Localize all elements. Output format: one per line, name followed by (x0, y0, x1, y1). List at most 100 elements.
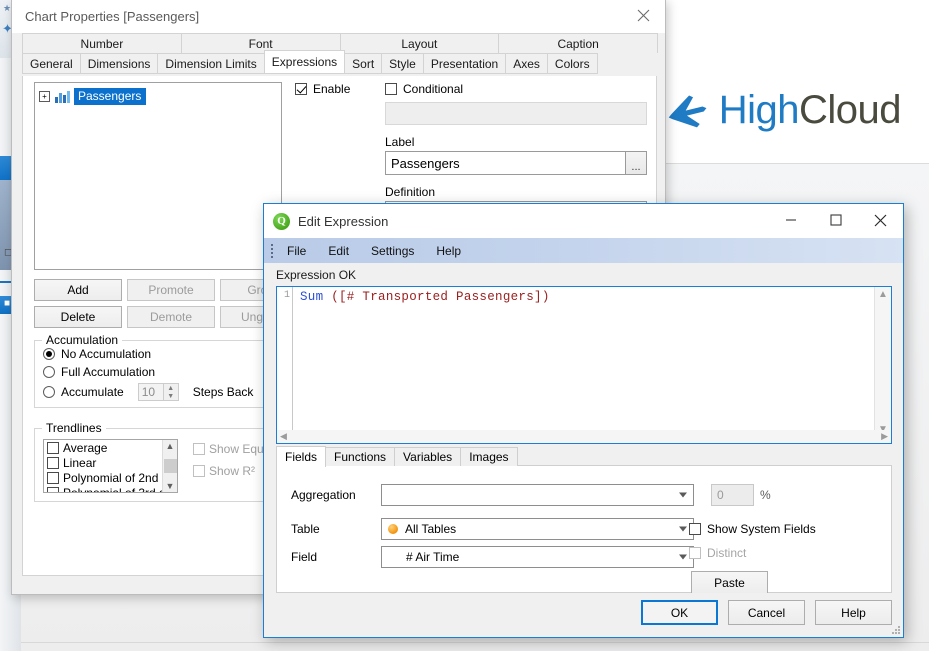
menu-help[interactable]: Help (425, 244, 472, 258)
tab-presentation[interactable]: Presentation (422, 53, 507, 74)
conditional-label: Conditional (403, 82, 464, 96)
aggregation-select[interactable] (381, 484, 694, 506)
expression-editor[interactable]: 1 Sum ([# Transported Passengers]) ▲ ▼ (276, 286, 892, 438)
chart-properties-title: Chart Properties [Passengers] (25, 9, 200, 24)
add-button[interactable]: Add (34, 279, 122, 301)
tab-dimension-limits[interactable]: Dimension Limits (157, 53, 265, 74)
tab-functions[interactable]: Functions (325, 447, 396, 466)
trendline-linear-checkbox[interactable] (47, 457, 59, 469)
tab-style[interactable]: Style (381, 53, 424, 74)
minimize-icon[interactable] (768, 204, 813, 236)
distinct-label: Distinct (707, 546, 747, 560)
trendline-item-poly3[interactable]: Polynomial of 3rd d (44, 485, 177, 492)
tab-sort[interactable]: Sort (344, 53, 383, 74)
label-browse-button[interactable]: ... (625, 151, 647, 175)
spin-down-icon[interactable]: ▼ (164, 392, 178, 400)
chart-properties-titlebar[interactable]: Chart Properties [Passengers] (12, 0, 665, 33)
conditional-input[interactable] (385, 102, 647, 125)
show-system-fields-checkbox[interactable] (689, 523, 701, 535)
radio-accumulate[interactable]: Accumulate 10 ▲ ▼ Steps Back (43, 383, 281, 401)
radio-no-accumulation[interactable]: No Accumulation (43, 347, 281, 361)
field-select[interactable]: # Air Time (381, 546, 694, 568)
radio-full-accumulation[interactable]: Full Accumulation (43, 365, 281, 379)
editor-vertical-scrollbar[interactable]: ▲ ▼ (874, 287, 891, 437)
cancel-button[interactable]: Cancel (728, 600, 805, 625)
edit-expression-titlebar[interactable]: Q Edit Expression (264, 204, 903, 238)
scrollbar-thumb[interactable] (163, 459, 177, 473)
editor-code[interactable]: Sum ([# Transported Passengers]) (293, 287, 874, 437)
paste-button[interactable]: Paste (691, 571, 768, 594)
help-button[interactable]: Help (815, 600, 892, 625)
menu-settings[interactable]: Settings (360, 244, 425, 258)
fields-panel: Aggregation 0 % Table All Tables Field #… (276, 465, 892, 594)
bar-chart-icon (55, 91, 70, 103)
trendline-item-average[interactable]: Average (44, 440, 177, 455)
show-r2-checkbox[interactable] (193, 465, 205, 477)
trendline-poly2-checkbox[interactable] (47, 472, 59, 484)
radio-full-accumulation-dot[interactable] (43, 366, 55, 378)
trendline-item-linear[interactable]: Linear (44, 455, 177, 470)
trendline-item-poly2[interactable]: Polynomial of 2nd d (44, 470, 177, 485)
show-equation-checkbox[interactable] (193, 443, 205, 455)
trendlines-legend: Trendlines (42, 421, 106, 435)
tab-dimensions[interactable]: Dimensions (79, 53, 159, 74)
scroll-left-icon[interactable]: ◀ (277, 431, 290, 442)
tab-number[interactable]: Number (22, 33, 182, 53)
tab-expressions[interactable]: Expressions (263, 50, 346, 74)
enable-row[interactable]: Enable (295, 82, 385, 96)
resize-grip-icon[interactable] (891, 625, 900, 634)
tab-variables[interactable]: Variables (394, 447, 462, 466)
scroll-up-icon[interactable]: ▲ (166, 440, 175, 452)
field-value: # Air Time (406, 550, 460, 564)
conditional-checkbox[interactable] (385, 83, 397, 95)
enable-checkbox[interactable] (295, 83, 307, 95)
trendline-average-checkbox[interactable] (47, 442, 59, 454)
label-input[interactable]: Passengers (385, 151, 625, 175)
scroll-down-icon[interactable]: ▼ (166, 480, 175, 492)
spin-up-icon[interactable]: ▲ (164, 384, 178, 392)
tab-images[interactable]: Images (460, 447, 518, 466)
tab-colors[interactable]: Colors (546, 53, 598, 74)
maximize-icon[interactable] (813, 204, 858, 236)
tab-axes[interactable]: Axes (505, 53, 548, 74)
expression-tree[interactable]: + Passengers (34, 82, 282, 270)
tree-item-passengers[interactable]: + Passengers (39, 88, 281, 105)
qlikview-logo-icon: Q (273, 212, 290, 230)
table-select[interactable]: All Tables (381, 518, 694, 540)
close-icon[interactable] (858, 204, 903, 236)
radio-accumulate-dot[interactable] (43, 386, 55, 398)
scroll-right-icon[interactable]: ▶ (878, 431, 891, 442)
tab-general[interactable]: General (22, 53, 81, 74)
menu-file[interactable]: File (276, 244, 317, 258)
label-caption: Label (385, 135, 415, 149)
distinct-row[interactable]: Distinct (689, 546, 746, 560)
radio-no-accumulation-dot[interactable] (43, 348, 55, 360)
steps-back-spin-buttons[interactable]: ▲ ▼ (163, 383, 179, 401)
scroll-up-icon[interactable]: ▲ (878, 287, 888, 302)
accumulation-group: Accumulation No Accumulation Full Accumu… (34, 333, 282, 408)
tab-caption[interactable]: Caption (498, 33, 658, 53)
menu-edit[interactable]: Edit (317, 244, 360, 258)
expand-plus-icon[interactable]: + (39, 91, 50, 102)
trendline-poly3-checkbox[interactable] (47, 487, 59, 492)
editor-horizontal-scrollbar[interactable]: ◀ ▶ (276, 430, 892, 444)
percent-input[interactable]: 0 (711, 484, 754, 506)
close-icon[interactable] (621, 0, 665, 30)
footer-buttons: OK Cancel Help (641, 600, 892, 625)
trendlines-scrollbar[interactable]: ▲ ▼ (162, 440, 177, 492)
conditional-row[interactable]: Conditional (385, 82, 463, 96)
tab-layout[interactable]: Layout (339, 33, 500, 53)
steps-back-input[interactable]: 10 (137, 383, 164, 401)
demote-button[interactable]: Demote (127, 306, 215, 328)
menubar-grip-icon[interactable] (268, 243, 276, 258)
steps-back-stepper[interactable]: 10 ▲ ▼ (137, 383, 179, 401)
trendlines-list[interactable]: Average Linear Polynomial of 2nd d Polyn… (43, 439, 178, 493)
tab-fields[interactable]: Fields (276, 446, 327, 467)
window-buttons (768, 204, 903, 236)
delete-button[interactable]: Delete (34, 306, 122, 328)
distinct-checkbox[interactable] (689, 547, 701, 559)
show-system-fields-row[interactable]: Show System Fields (689, 522, 816, 536)
definition-caption: Definition (385, 185, 436, 199)
promote-button[interactable]: Promote (127, 279, 215, 301)
ok-button[interactable]: OK (641, 600, 718, 625)
